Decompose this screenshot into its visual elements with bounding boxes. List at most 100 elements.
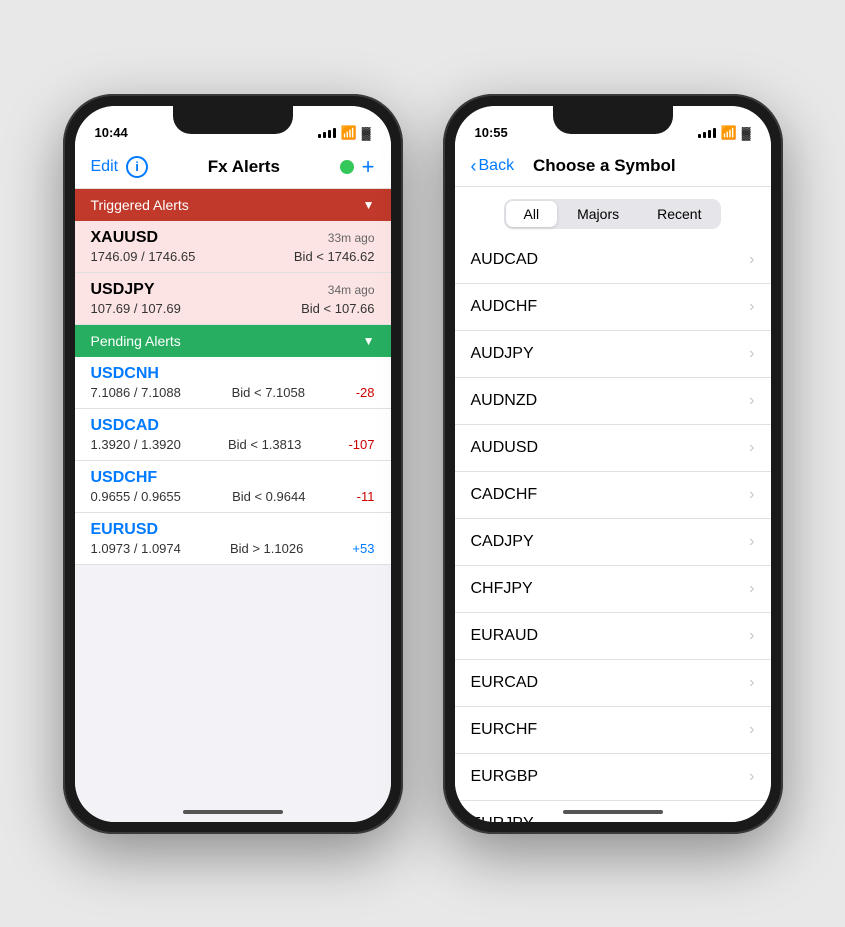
- time-2: 10:55: [475, 125, 508, 140]
- triggered-row-usdjpy[interactable]: USDJPY 34m ago 107.69 / 107.69 Bid < 107…: [75, 273, 391, 325]
- home-indicator-2: [563, 810, 663, 814]
- pending-row-usdchf[interactable]: USDCHF 0.9655 / 0.9655 Bid < 0.9644 -11: [75, 461, 391, 513]
- status-icons-1: 📶 ▓: [318, 125, 371, 141]
- pending-chevron: ▼: [363, 334, 375, 348]
- chevron-eurchf: ›: [749, 721, 754, 739]
- symbol-audjpy: AUDJPY: [471, 345, 534, 363]
- nav-bar-1: Edit i Fx Alerts +: [75, 150, 391, 189]
- symbol-row-eurgbp[interactable]: EURGBP ›: [455, 754, 771, 801]
- chevron-audusd: ›: [749, 439, 754, 457]
- symbol-xauusd: XAUUSD: [91, 229, 159, 247]
- symbol-audnzd: AUDNZD: [471, 392, 538, 410]
- chevron-euraud: ›: [749, 627, 754, 645]
- symbol-audchf: AUDCHF: [471, 298, 538, 316]
- symbol-row-eurchf[interactable]: EURCHF ›: [455, 707, 771, 754]
- chevron-eurgbp: ›: [749, 768, 754, 786]
- chevron-cadjpy: ›: [749, 533, 754, 551]
- time-1: 10:44: [95, 125, 128, 140]
- time-xauusd: 33m ago: [328, 231, 375, 245]
- segment-container: All Majors Recent: [455, 187, 771, 237]
- chevron-audnzd: ›: [749, 392, 754, 410]
- signal-icon: [318, 128, 336, 138]
- time-usdjpy: 34m ago: [328, 283, 375, 297]
- symbol-row-chfjpy[interactable]: CHFJPY ›: [455, 566, 771, 613]
- segment-recent[interactable]: Recent: [639, 201, 719, 227]
- pips-usdchf: -11: [357, 489, 375, 504]
- symbol-row-audchf[interactable]: AUDCHF ›: [455, 284, 771, 331]
- battery-icon-2: ▓: [742, 126, 751, 140]
- info-button[interactable]: i: [126, 156, 148, 178]
- chevron-audjpy: ›: [749, 345, 754, 363]
- symbol-eurgbp: EURGBP: [471, 768, 539, 786]
- symbol-list: AUDCAD › AUDCHF › AUDJPY › AUDNZD › AUDU…: [455, 237, 771, 822]
- nav-title-2: Choose a Symbol: [533, 156, 676, 176]
- condition-usdcnh: Bid < 7.1058: [232, 385, 305, 400]
- symbol-eurjpy: EURJPY: [471, 815, 534, 822]
- wifi-icon-2: 📶: [721, 125, 737, 141]
- prices-usdcad: 1.3920 / 1.3920: [91, 437, 181, 452]
- notch-1: [173, 106, 293, 134]
- pending-row-usdcnh[interactable]: USDCNH 7.1086 / 7.1088 Bid < 7.1058 -28: [75, 357, 391, 409]
- pending-label: Pending Alerts: [91, 333, 181, 349]
- condition-usdchf: Bid < 0.9644: [232, 489, 305, 504]
- pending-header[interactable]: Pending Alerts ▼: [75, 325, 391, 357]
- edit-button[interactable]: Edit: [91, 158, 119, 176]
- symbol-row-audjpy[interactable]: AUDJPY ›: [455, 331, 771, 378]
- signal-icon-2: [698, 128, 716, 138]
- prices-eurusd: 1.0973 / 1.0974: [91, 541, 181, 556]
- symbol-row-eurcad[interactable]: EURCAD ›: [455, 660, 771, 707]
- pips-usdcad: -107: [348, 437, 374, 452]
- wifi-icon: 📶: [341, 125, 357, 141]
- back-button[interactable]: ‹ Back: [471, 157, 515, 175]
- symbol-row-audusd[interactable]: AUDUSD ›: [455, 425, 771, 472]
- alerts-content: Triggered Alerts ▼ XAUUSD 33m ago 1746.0…: [75, 189, 391, 822]
- chevron-chfjpy: ›: [749, 580, 754, 598]
- pips-usdcnh: -28: [356, 385, 375, 400]
- triggered-header[interactable]: Triggered Alerts ▼: [75, 189, 391, 221]
- status-icons-2: 📶 ▓: [698, 125, 751, 141]
- symbol-row-audnzd[interactable]: AUDNZD ›: [455, 378, 771, 425]
- pending-row-usdcad[interactable]: USDCAD 1.3920 / 1.3920 Bid < 1.3813 -107: [75, 409, 391, 461]
- notch-2: [553, 106, 673, 134]
- segment-majors[interactable]: Majors: [559, 201, 637, 227]
- symbol-cadjpy: CADJPY: [471, 533, 534, 551]
- phone-2: 10:55 📶 ▓ ‹ Back Choose a Symbol: [443, 94, 783, 834]
- chevron-eurjpy: ›: [749, 815, 754, 822]
- segment-control: All Majors Recent: [504, 199, 722, 229]
- nav-title-1: Fx Alerts: [208, 157, 280, 177]
- symbol-audusd: AUDUSD: [471, 439, 539, 457]
- nav-right-1: +: [340, 156, 375, 178]
- prices-usdjpy: 107.69 / 107.69: [91, 301, 181, 316]
- back-chevron-icon: ‹: [471, 157, 477, 175]
- symbol-eurcad: EURCAD: [471, 674, 539, 692]
- segment-all[interactable]: All: [506, 201, 558, 227]
- symbol-chfjpy: CHFJPY: [471, 580, 533, 598]
- chevron-cadchf: ›: [749, 486, 754, 504]
- symbol-cadchf: CADCHF: [471, 486, 538, 504]
- symbol-audcad: AUDCAD: [471, 251, 539, 269]
- symbol-row-cadchf[interactable]: CADCHF ›: [455, 472, 771, 519]
- condition-eurusd: Bid > 1.1026: [230, 541, 303, 556]
- prices-usdcnh: 7.1086 / 7.1088: [91, 385, 181, 400]
- nav-bar-2: ‹ Back Choose a Symbol: [455, 150, 771, 187]
- battery-icon: ▓: [362, 126, 371, 140]
- symbol-row-euraud[interactable]: EURAUD ›: [455, 613, 771, 660]
- pending-row-eurusd[interactable]: EURUSD 1.0973 / 1.0974 Bid > 1.1026 +53: [75, 513, 391, 565]
- condition-xauusd: Bid < 1746.62: [294, 249, 375, 264]
- symbol-eurusd: EURUSD: [91, 521, 159, 539]
- symbol-eurchf: EURCHF: [471, 721, 538, 739]
- chevron-audcad: ›: [749, 251, 754, 269]
- symbol-usdcad: USDCAD: [91, 417, 159, 435]
- condition-usdcad: Bid < 1.3813: [228, 437, 301, 452]
- add-alert-button[interactable]: +: [362, 156, 375, 178]
- back-label: Back: [479, 157, 515, 175]
- symbol-row-cadjpy[interactable]: CADJPY ›: [455, 519, 771, 566]
- nav-left-1: Edit i: [91, 156, 149, 178]
- chevron-eurcad: ›: [749, 674, 754, 692]
- symbol-usdcnh: USDCNH: [91, 365, 159, 383]
- triggered-row-xauusd[interactable]: XAUUSD 33m ago 1746.09 / 1746.65 Bid < 1…: [75, 221, 391, 273]
- symbol-row-audcad[interactable]: AUDCAD ›: [455, 237, 771, 284]
- pips-eurusd: +53: [352, 541, 374, 556]
- triggered-label: Triggered Alerts: [91, 197, 189, 213]
- symbol-usdjpy: USDJPY: [91, 281, 155, 299]
